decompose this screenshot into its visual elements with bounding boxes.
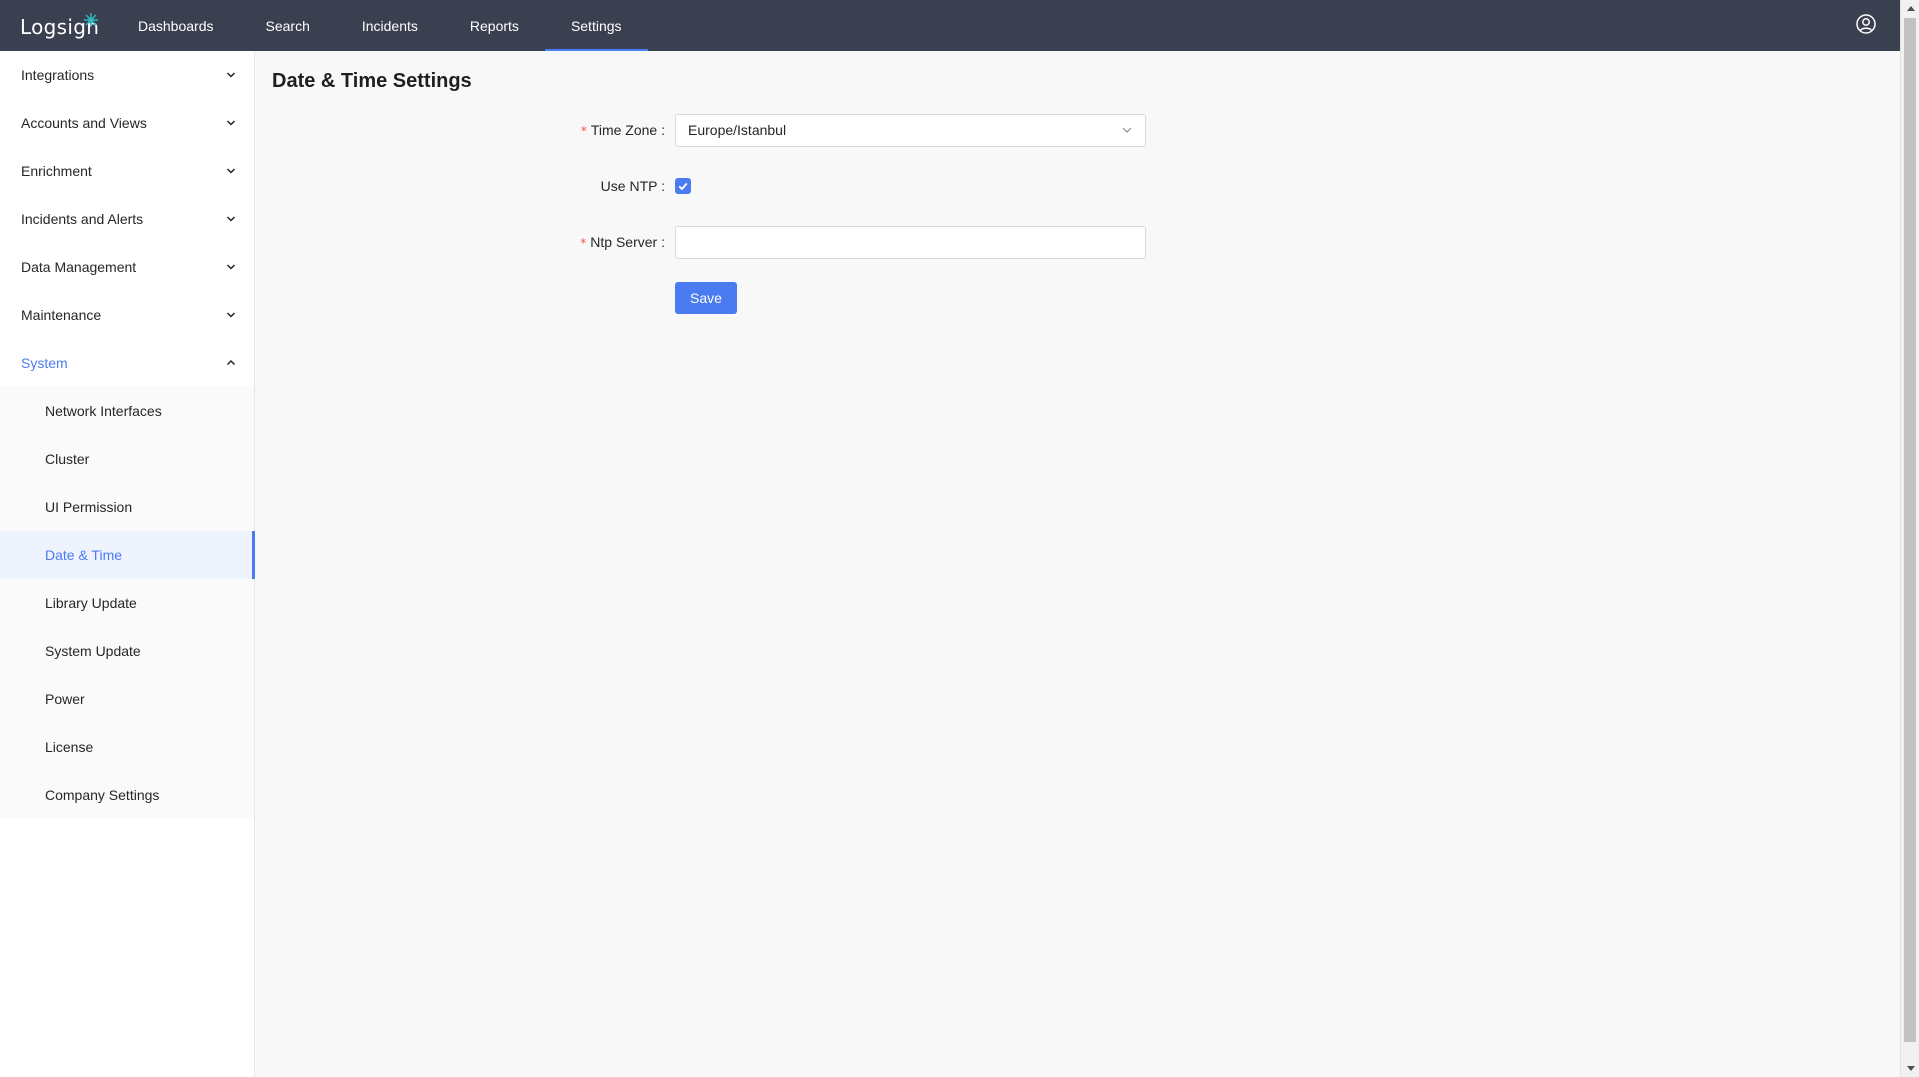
sidebar-group-incidents-and-alerts[interactable]: Incidents and Alerts [0, 195, 254, 243]
sidebar-group-label: Data Management [21, 259, 137, 275]
nav-incidents[interactable]: Incidents [336, 0, 444, 51]
sidebar-group-enrichment[interactable]: Enrichment [0, 147, 254, 195]
nav-reports[interactable]: Reports [444, 0, 545, 51]
sidebar-group-label: Maintenance [21, 307, 102, 323]
sidebar-group-label: Accounts and Views [21, 115, 147, 131]
sidebar-group-system[interactable]: System [0, 339, 254, 387]
nav-settings[interactable]: Settings [544, 0, 648, 51]
use-ntp-label: Use NTP : [600, 178, 665, 194]
sidebar-group-label: Enrichment [21, 163, 92, 179]
user-circle-icon[interactable] [1855, 13, 1877, 35]
sidebar-group-label: Incidents and Alerts [21, 211, 144, 227]
checkmark-icon [678, 182, 688, 191]
chevron-down-icon [226, 216, 236, 222]
sidebar-item-date-and-time[interactable]: Date & Time [0, 531, 255, 579]
nav-dashboards[interactable]: Dashboards [112, 0, 240, 51]
sidebar-item-library-update[interactable]: Library Update [0, 579, 254, 627]
save-button[interactable]: Save [675, 282, 737, 314]
ntp-server-row: * Ntp Server : [540, 225, 1146, 259]
time-zone-select[interactable]: Europe/Istanbul [675, 113, 1146, 147]
sidebar-group-maintenance[interactable]: Maintenance [0, 291, 254, 339]
ntp-server-label: * Ntp Server : [580, 234, 665, 250]
time-zone-row: * Time Zone : Europe/Istanbul [540, 113, 1146, 147]
sidebar-item-cluster[interactable]: Cluster [0, 435, 254, 483]
use-ntp-checkbox[interactable] [675, 178, 691, 194]
top-navigation-bar: Logsign Dashboards Search Incidents Repo… [0, 0, 1900, 51]
ntp-server-input[interactable] [675, 225, 1146, 259]
page-title: Date & Time Settings [272, 70, 472, 92]
time-zone-value: Europe/Istanbul [688, 122, 787, 138]
chevron-down-icon [1122, 127, 1132, 133]
system-submenu: Network Interfaces Cluster UI Permission… [0, 387, 255, 819]
required-mark: * [580, 236, 587, 250]
sidebar-group-data-management[interactable]: Data Management [0, 243, 254, 291]
chevron-down-icon [226, 120, 236, 126]
logsign-network-icon [84, 13, 98, 27]
time-zone-label: * Time Zone : [580, 122, 665, 138]
chevron-down-icon [226, 312, 236, 318]
logsign-logo[interactable]: Logsign [20, 13, 99, 39]
page-scrollbar[interactable] [1900, 0, 1919, 1077]
sidebar-group-accounts-and-views[interactable]: Accounts and Views [0, 99, 254, 147]
scrollbar-thumb[interactable] [1904, 18, 1916, 1042]
use-ntp-row: Use NTP : [540, 169, 1146, 203]
sidebar-item-license[interactable]: License [0, 723, 254, 771]
settings-sidebar: Integrations Accounts and Views Enrichme… [0, 51, 255, 1077]
chevron-down-icon [226, 264, 236, 270]
chevron-up-icon [226, 359, 236, 366]
scroll-down-arrow-icon[interactable] [1901, 1061, 1919, 1077]
chevron-down-icon [226, 168, 236, 174]
sidebar-group-label: System [21, 355, 68, 371]
main-nav: Dashboards Search Incidents Reports Sett… [112, 0, 648, 51]
sidebar-item-power[interactable]: Power [0, 675, 254, 723]
required-mark: * [580, 124, 587, 138]
chevron-down-icon [226, 72, 236, 78]
sidebar-item-network-interfaces[interactable]: Network Interfaces [0, 387, 254, 435]
sidebar-group-integrations[interactable]: Integrations [0, 51, 254, 99]
sidebar-item-ui-permission[interactable]: UI Permission [0, 483, 254, 531]
sidebar-item-company-settings[interactable]: Company Settings [0, 771, 254, 819]
nav-search[interactable]: Search [240, 0, 336, 51]
scroll-up-arrow-icon[interactable] [1901, 0, 1919, 16]
sidebar-item-system-update[interactable]: System Update [0, 627, 254, 675]
sidebar-group-label: Integrations [21, 67, 95, 83]
